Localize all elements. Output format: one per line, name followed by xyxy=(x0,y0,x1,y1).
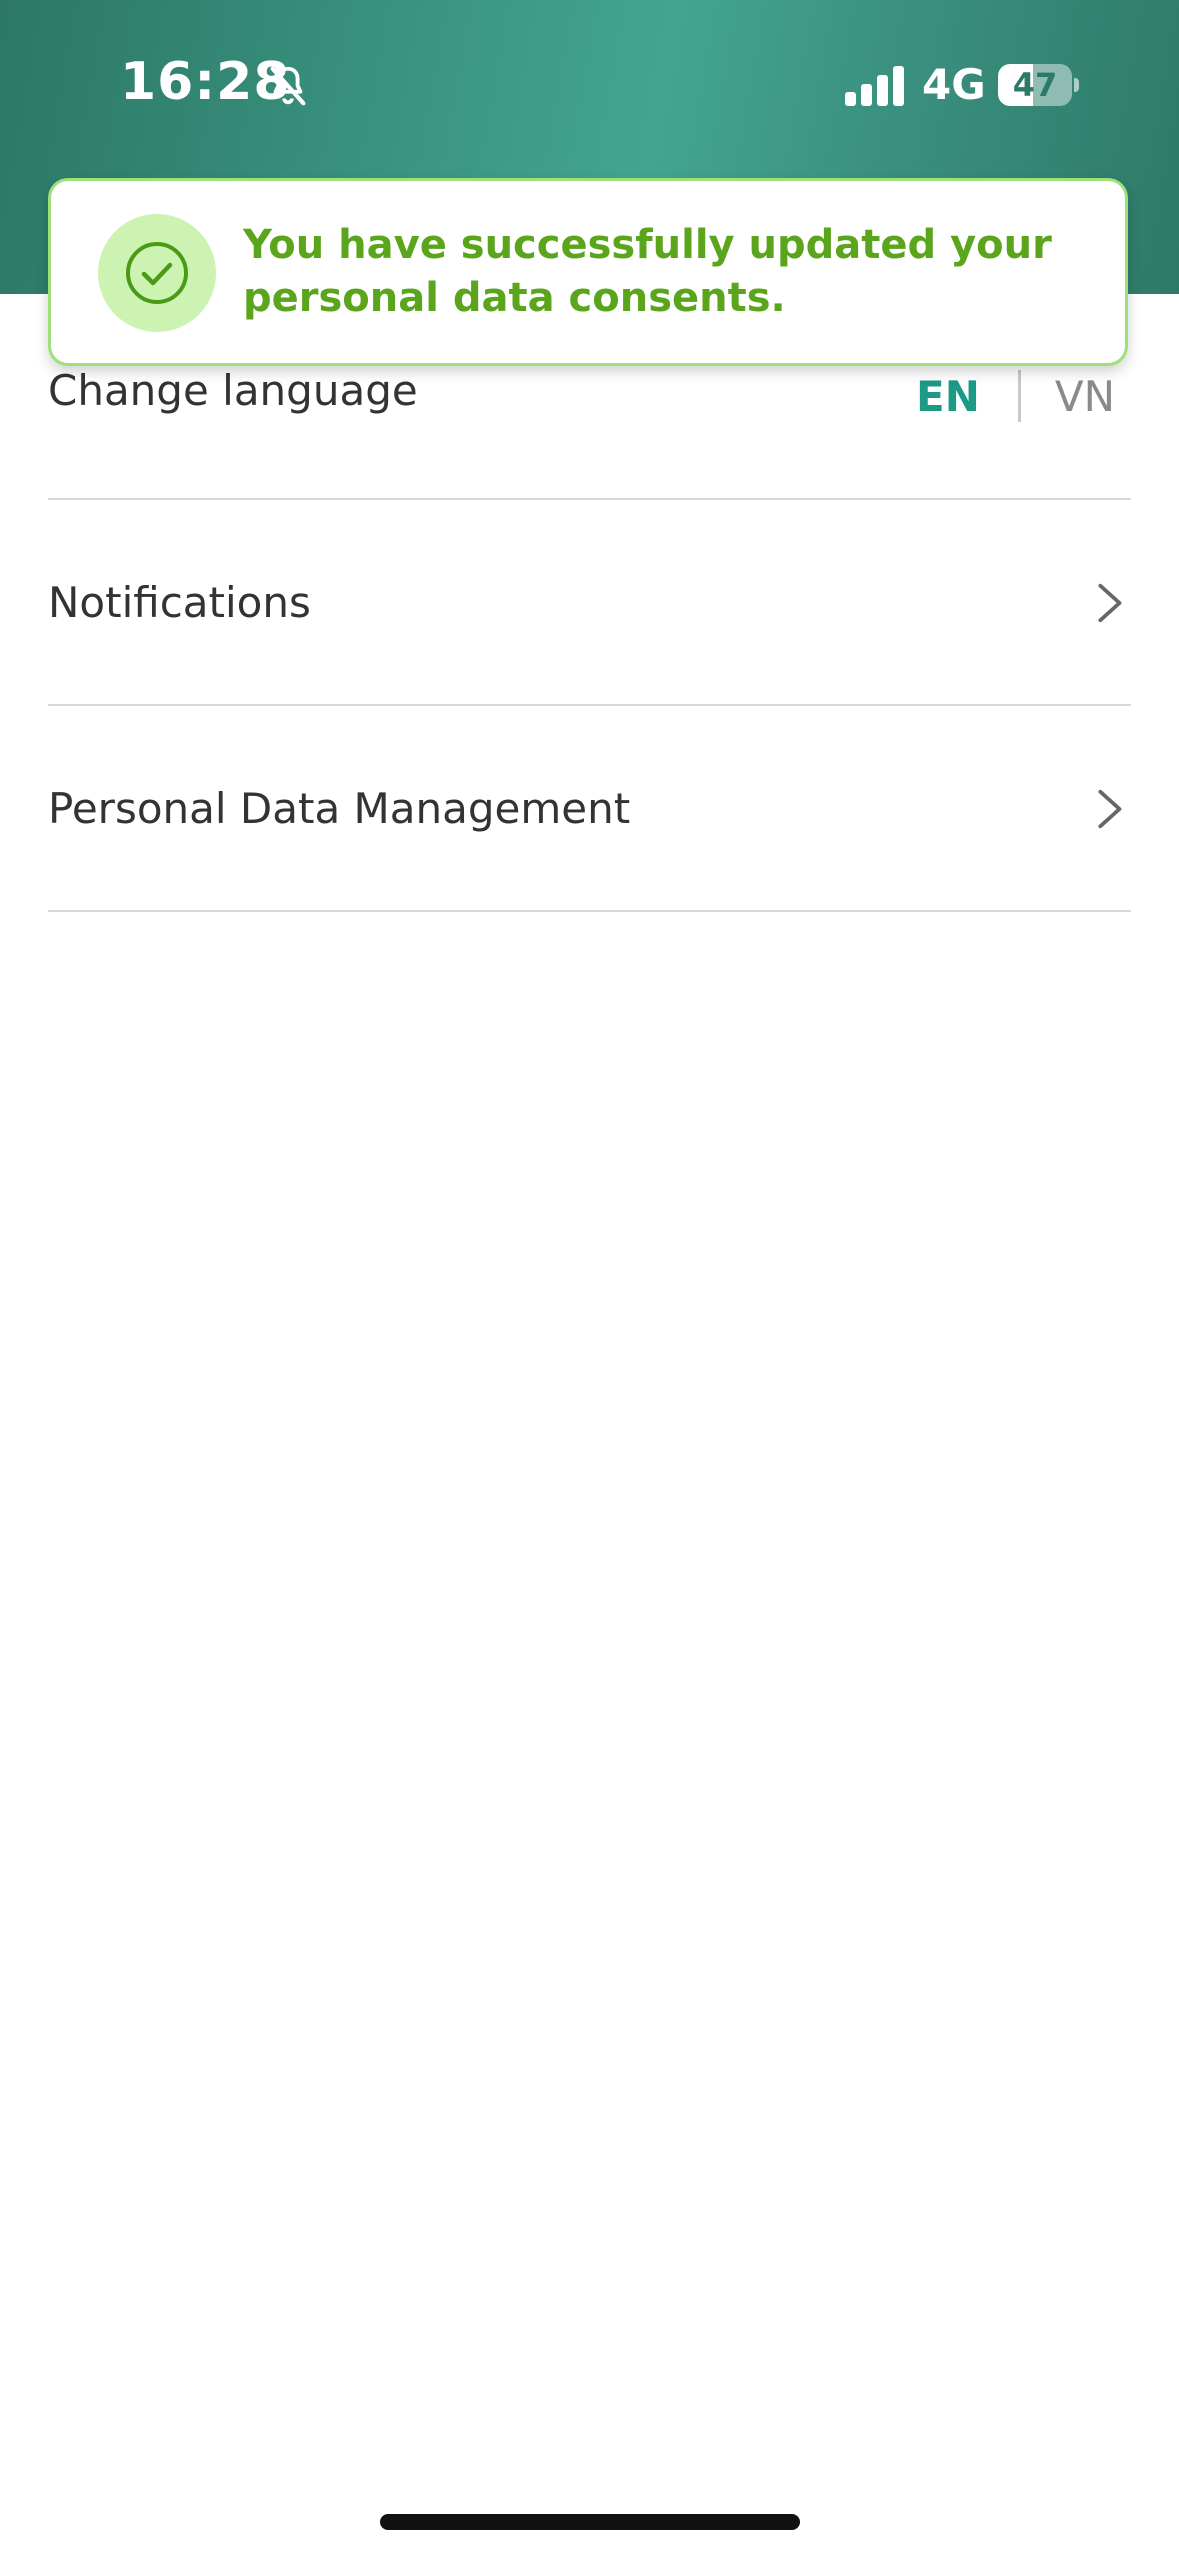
status-bar: 16:28 4G 47 xyxy=(0,0,1179,174)
cellular-signal-icon xyxy=(845,66,904,106)
language-switch: EN VN xyxy=(916,370,1115,422)
battery-level: 47 xyxy=(1012,66,1058,104)
language-option-en[interactable]: EN xyxy=(916,372,980,421)
personal-data-management-row[interactable]: Personal Data Management xyxy=(48,706,1131,912)
settings-screen: 16:28 4G 47 You have successfully update… xyxy=(0,0,1179,2556)
chevron-right-icon xyxy=(1098,583,1122,623)
language-option-vn[interactable]: VN xyxy=(1055,372,1115,421)
battery-icon: 47 xyxy=(998,64,1079,106)
home-indicator[interactable] xyxy=(380,2514,800,2530)
check-circle-icon xyxy=(98,214,216,332)
notifications-row[interactable]: Notifications xyxy=(48,500,1131,706)
chevron-right-icon xyxy=(1098,789,1122,829)
personal-data-management-label: Personal Data Management xyxy=(48,784,631,833)
bell-slash-icon xyxy=(270,66,306,106)
language-divider xyxy=(1017,370,1021,422)
toast-message: You have successfully updated your perso… xyxy=(243,222,1052,321)
success-toast[interactable]: You have successfully updated your perso… xyxy=(48,178,1128,366)
change-language-label: Change language xyxy=(48,366,418,415)
notifications-label: Notifications xyxy=(48,578,311,627)
network-type: 4G xyxy=(922,60,986,109)
settings-list: Change language EN VN Notifications Pers… xyxy=(48,294,1131,912)
